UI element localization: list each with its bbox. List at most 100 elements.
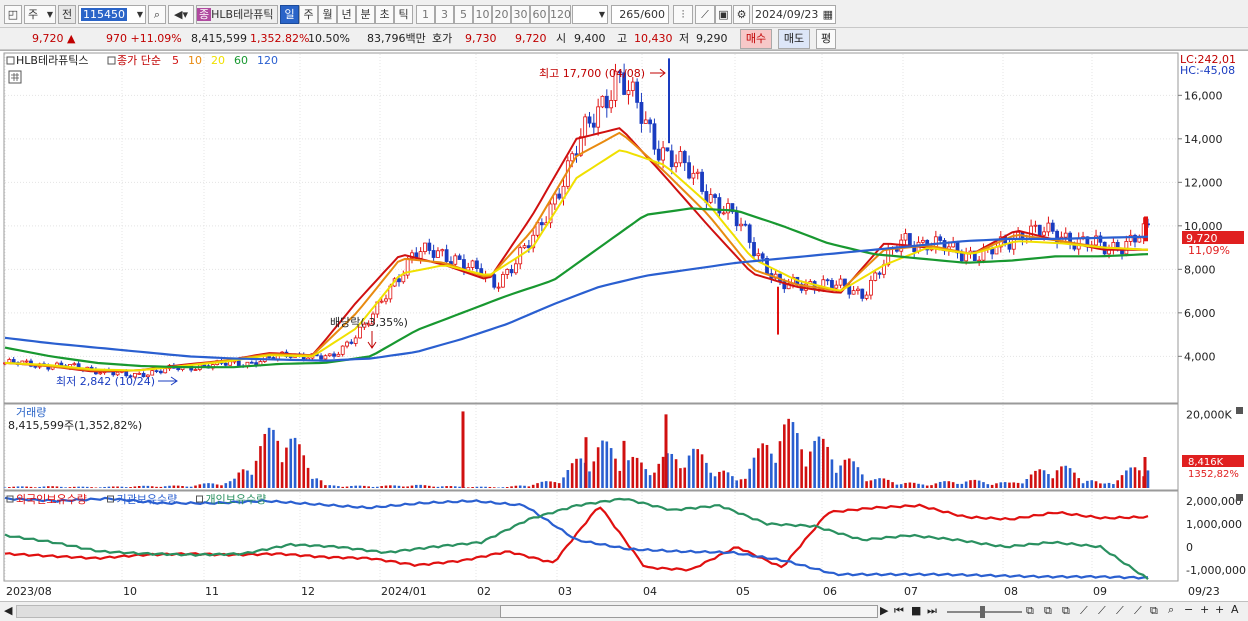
period-button[interactable]: 틱 [394,5,413,24]
volume-bar [64,487,67,488]
period-button[interactable]: 월 [318,5,337,24]
line-tool-icon[interactable]: ⟋ [695,5,715,24]
volume-bar [544,481,548,488]
volume-bar [410,485,414,488]
period-button[interactable]: 년 [337,5,356,24]
interval-select[interactable]: ▼ [572,5,608,24]
candle-body [418,251,423,259]
volume-bar [592,461,596,488]
interval-button[interactable]: 1 [416,5,435,24]
line-tool-icon[interactable]: ⟋ [1098,603,1106,619]
volume-bar [423,485,427,488]
volume-bar [1112,484,1115,488]
scroll-right-icon[interactable]: ▶ [880,603,888,619]
ask-label: 호가 [432,32,453,45]
volume-bar [523,485,526,488]
volume-bar [328,485,332,488]
interval-button[interactable]: 30 [511,5,530,24]
scroll-thumb[interactable] [500,605,878,618]
line-tool-icon[interactable]: ⟋ [1116,603,1124,619]
price-pane-frame [3,52,1179,404]
window-icon[interactable]: ⧉ [1044,603,1052,619]
chart-area[interactable]: 4,000 6,000 8,000 10,000 12,000 14,000 16,000 2… [0,50,1248,601]
stock-code-input[interactable]: 115450 ▼ [78,5,146,24]
eval-button[interactable]: 평 [816,29,836,49]
prev-button[interactable]: 전 [58,5,76,24]
volume-bar [1068,468,1072,488]
candle-body [739,223,743,227]
speaker-icon[interactable]: ◀▾ [168,5,194,24]
plus-icon[interactable]: + [1215,602,1224,618]
holdings-line [4,503,1149,572]
fast-forward-icon[interactable]: ⏭ [927,603,937,619]
search-icon[interactable]: ⌕ [1168,602,1174,618]
volume-bar [103,486,106,488]
period-button[interactable]: 초 [375,5,394,24]
candle-body [938,236,943,241]
x-axis-label: 04 [643,585,657,598]
compare-icon[interactable]: ⫶ [673,5,693,24]
interval-button[interactable]: 60 [530,5,549,24]
rewind-icon[interactable]: ⏮ [894,603,904,619]
volume-bar [692,448,695,488]
interval-button[interactable]: 10 [473,5,492,24]
holdings-legend-item: 기관보유수량 [117,493,178,506]
line-tool-icon[interactable]: ⟋ [1134,603,1142,619]
date-field[interactable]: 2024/09/23 ▦ [752,5,836,24]
volume-bar [194,485,197,488]
pane-close-icon[interactable] [1236,494,1243,501]
interval-button[interactable]: 5 [454,5,473,24]
search-icon[interactable]: ⌕ [148,5,166,24]
window-icon[interactable]: ⧉ [1150,603,1158,619]
candle-body [626,90,631,95]
volume-bar [731,476,734,488]
volume-bar [744,478,747,488]
sell-button[interactable]: 매도 [778,29,810,49]
candle-body [457,255,462,260]
market-select[interactable]: 주 ▼ [24,5,56,24]
gear-icon[interactable]: ⚙ [733,5,750,24]
volume-bar [774,462,777,488]
volume-bar [289,438,293,488]
pane-close-icon[interactable] [1236,407,1243,414]
zoom-in-icon[interactable]: + [1200,602,1209,618]
volume-bar [419,484,422,488]
candle-body [747,224,752,243]
save-icon[interactable]: ▣ [715,5,732,24]
zoom-slider-handle[interactable] [980,606,985,618]
candle-body [864,294,869,299]
bottom-scrollbar[interactable]: ◀ ▶ ⏮ ■ ⏭ ⧉ ⧉ ⧉ ⟋ ⟋ ⟋ ⟋ ⧉ ⌕ − + + A [0,601,1248,621]
volume-bar [163,486,167,488]
period-button[interactable]: 분 [356,5,375,24]
minus-icon[interactable]: − [1184,602,1193,618]
ma-line-5 [4,127,1148,373]
volume-bar [917,483,920,488]
count-field[interactable]: 265/600 [611,5,669,24]
period-button[interactable]: 주 [299,5,318,24]
interval-button[interactable]: 20 [492,5,511,24]
volume-bar [995,483,998,488]
line-tool-icon[interactable]: ⟋ [1080,603,1088,619]
buy-button[interactable]: 매수 [740,29,772,49]
volume-bar [142,485,145,488]
table-icon[interactable] [8,70,22,84]
candle-body [877,272,882,275]
candle-body [691,172,696,179]
interval-button[interactable]: 120 [549,5,571,24]
scroll-left-icon[interactable]: ◀ [4,603,12,619]
volume-bar [757,448,760,488]
window-icon[interactable]: ⧉ [1026,603,1034,619]
legend-box-icon [107,56,116,65]
stop-icon[interactable]: ■ [911,603,921,619]
font-icon[interactable]: A [1231,602,1239,618]
interval-button[interactable]: 3 [435,5,454,24]
candle-body [604,95,609,109]
candle-body [708,194,713,203]
period-button[interactable]: 일 [280,5,299,24]
candle-body [401,274,406,283]
volume-axis-label: 20,000K [1186,408,1232,421]
candle-body [964,253,969,262]
volume-bar [908,482,912,488]
window-menu-icon[interactable]: ◰ [4,5,22,24]
window-icon[interactable]: ⧉ [1062,603,1070,619]
